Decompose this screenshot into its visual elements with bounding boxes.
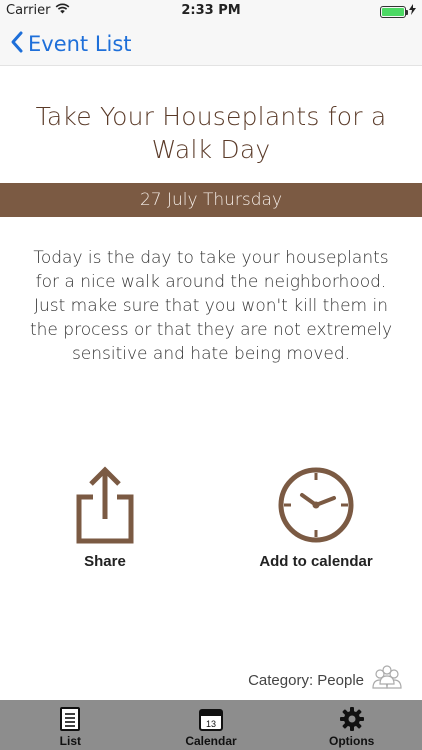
category-label: Category: People	[248, 671, 364, 689]
add-to-calendar-button[interactable]: Add to calendar	[226, 462, 406, 570]
add-to-calendar-label: Add to calendar	[259, 553, 373, 570]
tab-calendar-label: Calendar	[185, 734, 237, 748]
tab-options[interactable]: Options	[281, 700, 422, 750]
back-label: Event List	[28, 32, 132, 56]
event-description: Today is the day to take your houseplant…	[29, 248, 393, 364]
gear-icon	[339, 706, 365, 732]
navigation-bar: Event List	[0, 22, 422, 66]
calendar-icon: 13	[198, 706, 224, 732]
calendar-day: 13	[206, 719, 216, 729]
tab-list-label: List	[59, 734, 81, 748]
event-date: 27 July Thursday	[0, 183, 422, 217]
share-icon	[15, 462, 195, 547]
tab-options-label: Options	[329, 734, 375, 748]
checklist-icon	[59, 706, 81, 732]
tab-calendar[interactable]: 13 Calendar	[141, 700, 282, 750]
status-time: 2:33 PM	[181, 3, 241, 18]
back-button[interactable]: Event List	[10, 30, 132, 58]
event-title: Take Your Houseplants for a Walk Day	[35, 102, 387, 164]
battery-icon	[380, 5, 408, 18]
battery-area	[380, 4, 416, 19]
charging-icon	[409, 4, 416, 19]
share-button[interactable]: Share	[15, 462, 195, 570]
category-row: Category: People	[248, 664, 404, 696]
tab-bar: List 13 Calendar Options	[0, 700, 422, 750]
clock-icon	[226, 462, 406, 547]
share-label: Share	[84, 553, 126, 570]
tab-list[interactable]: List	[0, 700, 141, 750]
people-icon	[370, 664, 404, 696]
chevron-left-icon	[10, 30, 24, 58]
status-bar: Carrier 2:33 PM	[0, 0, 422, 22]
